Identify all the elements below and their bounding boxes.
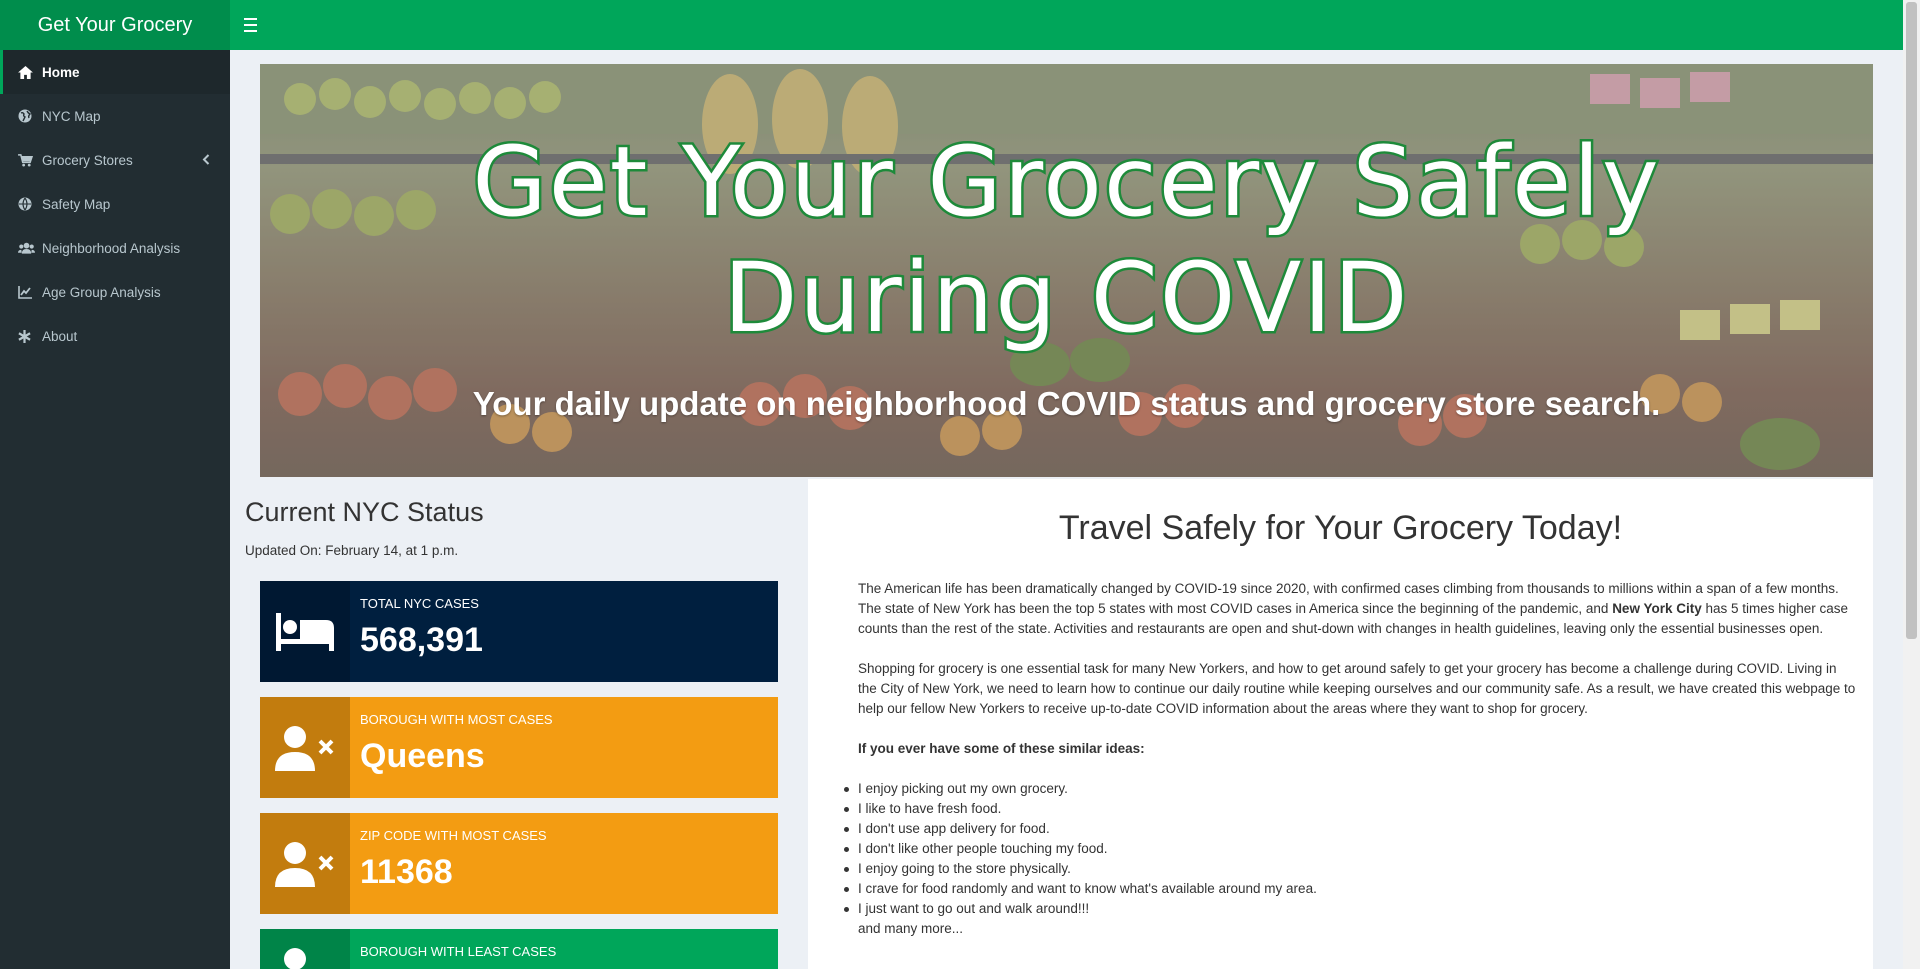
sidebar: Home NYC Map Grocery Stores Safety Map N… [0,50,230,969]
hero-banner: Get Your Grocery Safely During COVID You… [260,64,1873,477]
sidebar-item-label: About [42,328,78,344]
globe-icon [18,197,40,211]
banner-title-line2: During COVID [721,240,1410,357]
info-box-value: 11368 [360,853,453,891]
info-box-label: BOROUGH WITH LEAST CASES [360,944,557,959]
info-box-label: ZIP CODE WITH MOST CASES [360,828,547,843]
sidebar-item-neighborhood-analysis[interactable]: Neighborhood Analysis [0,226,230,270]
globe-icon [18,109,40,123]
asterisk-icon [18,329,40,343]
sidebar-item-label: NYC Map [42,108,101,124]
list-item: I enjoy picking out my own grocery. [844,779,1858,799]
cart-icon [18,153,40,167]
info-box-value: Queens [360,737,485,775]
panel-title: Travel Safely for Your Grocery Today! [1058,509,1623,547]
scrollbar-thumb[interactable] [1906,2,1917,639]
top-navbar: Get Your Grocery [0,0,1920,50]
users-icon [18,242,40,254]
app-logo[interactable]: Get Your Grocery [0,0,230,50]
sidebar-item-safety-map[interactable]: Safety Map [0,182,230,226]
info-box-value: 568,391 [360,621,483,659]
bed-icon [260,581,350,682]
intro-paragraph-1: The American life has been dramatically … [858,579,1858,639]
intro-panel: Travel Safely for Your Grocery Today! Th… [808,479,1873,969]
user-times-icon [260,813,350,914]
info-box-label: TOTAL NYC CASES [360,596,479,611]
banner-subtitle: Your daily update on neighborhood COVID … [472,385,1661,422]
ideas-list: I enjoy picking out my own grocery. I li… [844,779,1858,919]
sidebar-item-label: Neighborhood Analysis [42,240,181,256]
info-box-label: BOROUGH WITH MOST CASES [360,712,553,727]
hamburger-bar [244,18,257,20]
info-box-borough-most-cases: BOROUGH WITH MOST CASES Queens [260,697,778,798]
ideas-more: and many more... [858,921,964,936]
info-box-zip-most-cases: ZIP CODE WITH MOST CASES 11368 [260,813,778,914]
panel-body: The American life has been dramatically … [844,579,1858,939]
hamburger-bar [244,24,257,26]
info-box-borough-least-cases: BOROUGH WITH LEAST CASES [260,929,778,969]
sidebar-item-label: Grocery Stores [42,152,133,168]
sidebar-item-nyc-map[interactable]: NYC Map [0,94,230,138]
banner-title-line1: Get Your Grocery Safely [470,124,1661,241]
sidebar-item-label: Home [42,64,80,80]
sidebar-item-age-group-analysis[interactable]: Age Group Analysis [0,270,230,314]
chevron-left-icon [202,153,210,168]
status-title: Current NYC Status [245,497,484,527]
list-item: I just want to go out and walk around!!! [844,899,1858,919]
list-item: I crave for food randomly and want to kn… [844,879,1858,899]
sidebar-toggle-button[interactable] [242,14,262,36]
emphasis-text: New York City [1612,601,1702,616]
chart-icon [18,285,40,299]
home-icon [18,65,40,79]
intro-paragraph-2: Shopping for grocery is one essential ta… [858,661,1856,716]
sidebar-item-label: Safety Map [42,196,111,212]
info-box-total-cases: TOTAL NYC CASES 568,391 [260,581,778,682]
user-check-icon [260,929,350,969]
sidebar-item-about[interactable]: About [0,314,230,358]
sidebar-item-home[interactable]: Home [0,50,230,94]
sidebar-item-grocery-stores[interactable]: Grocery Stores [0,138,230,182]
hamburger-bar [244,30,257,32]
list-item: I don't use app delivery for food. [844,819,1858,839]
user-times-icon [260,697,350,798]
sidebar-item-label: Age Group Analysis [42,284,161,300]
ideas-heading: If you ever have some of these similar i… [858,741,1145,756]
list-item: I enjoy going to the store physically. [844,859,1858,879]
banner-title: Get Your Grocery Safely During COVID [260,124,1873,357]
list-item: I don't like other people touching my fo… [844,839,1858,859]
list-item: I like to have fresh food. [844,799,1858,819]
status-updated: Updated On: February 14, at 1 p.m. [245,543,459,558]
